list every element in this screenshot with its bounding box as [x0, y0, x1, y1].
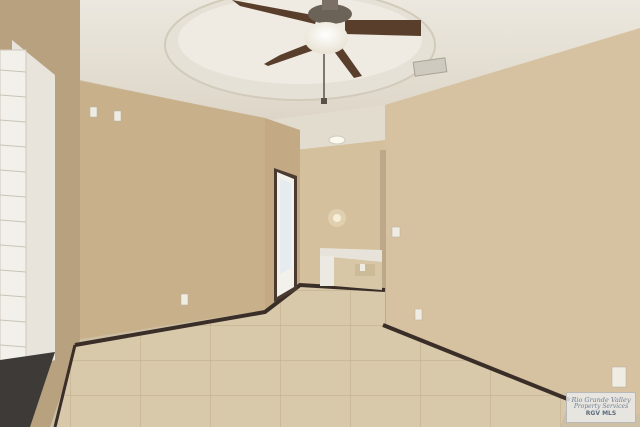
recessed-light	[328, 135, 346, 145]
door	[274, 168, 297, 302]
window-blinds	[0, 49, 27, 376]
left-wall	[75, 80, 265, 340]
vanity-counter	[320, 248, 382, 290]
mls-watermark: Rio Grande Valley Property Services RGV …	[566, 392, 636, 423]
watermark-mls: RGV MLS	[585, 410, 617, 418]
wall-outlet	[180, 293, 189, 306]
room-illustration	[0, 0, 640, 427]
room-photo: Rio Grande Valley Property Services RGV …	[0, 0, 640, 427]
wall-switch	[89, 106, 98, 118]
